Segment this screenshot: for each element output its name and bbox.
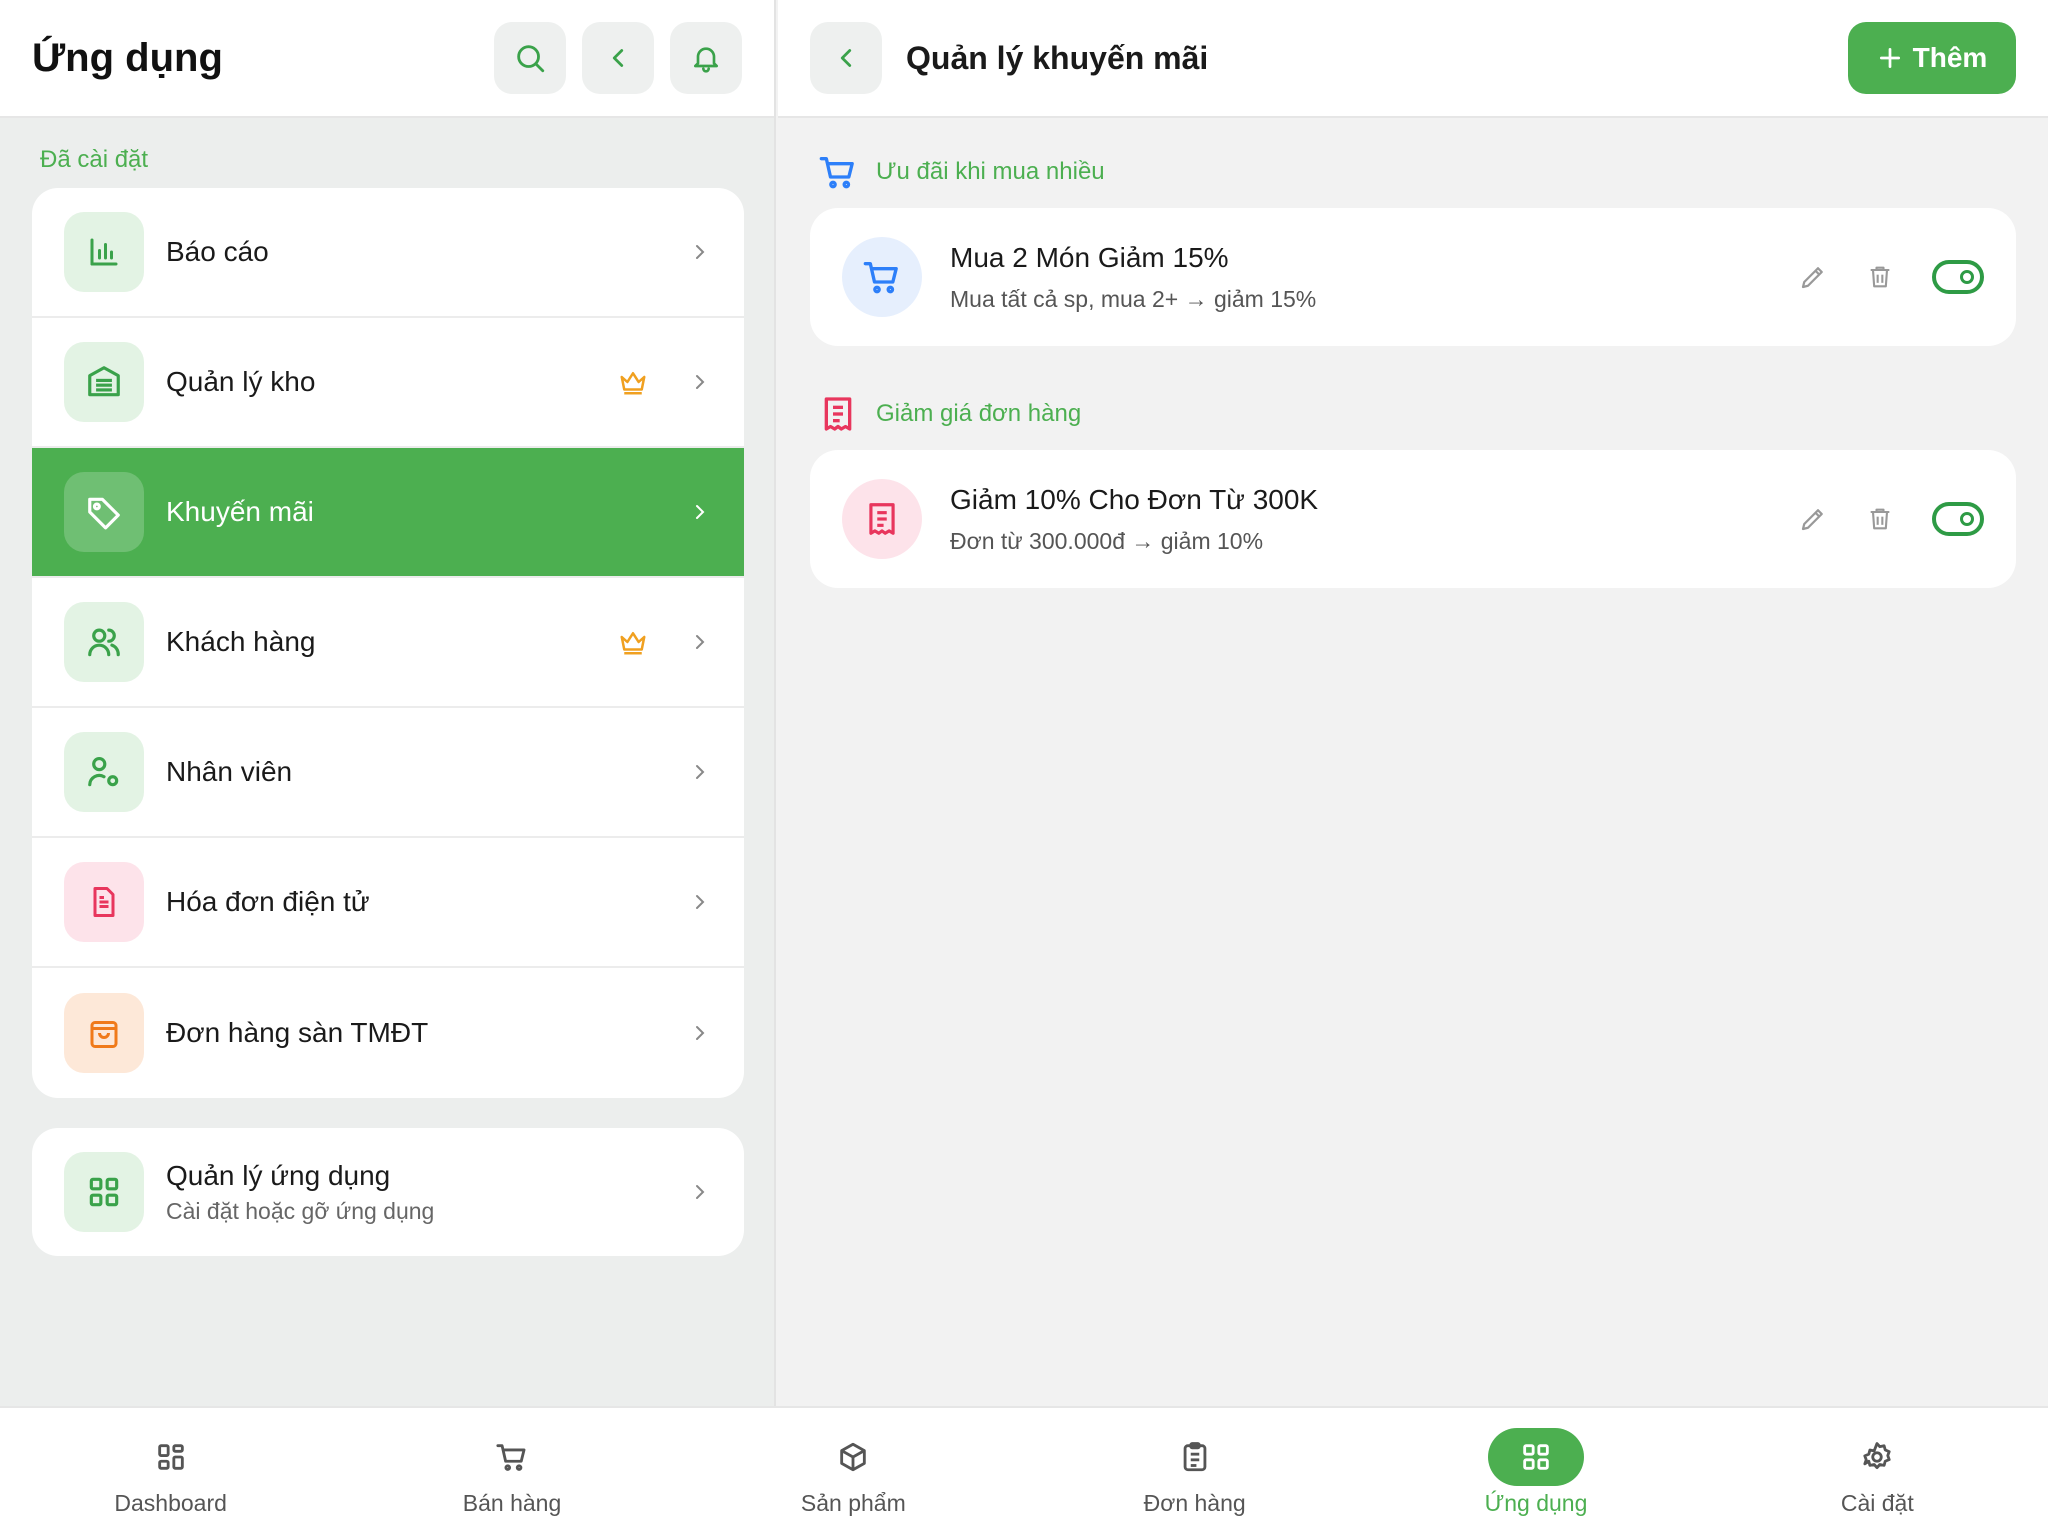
receipt-icon [869,503,895,535]
menu-item-label: Đơn hàng sàn TMĐT [166,1017,429,1048]
menu-item-staff[interactable]: Nhân viên [32,708,744,838]
tab-label: Ứng dụng [1484,1489,1588,1516]
menu-item-customers[interactable]: Khách hàng [32,578,744,708]
tab-label: Cài đặt [1840,1489,1914,1516]
promo-subtitle: Mua tất cả sp, mua 2+ → giảm 15% [950,285,1317,312]
trash-icon[interactable] [1866,263,1894,291]
plus-icon [1879,47,1900,69]
chevron-right-icon [696,635,705,649]
search-icon [517,45,545,73]
menu-item-label: Hóa đơn điện tử [166,886,370,917]
invoice-icon [93,887,115,917]
promo-toggle[interactable] [1932,502,1984,536]
tab-settings[interactable]: Cài đặt [1707,1408,2048,1536]
back-button[interactable] [810,22,882,94]
bottom-nav: Dashboard Bán hàng Sản phẩm Đơn hàng Ứng… [0,1406,2048,1536]
group-label-bulk-discount: Ưu đãi khi mua nhiều [818,152,1105,192]
chevron-right-icon [696,765,705,779]
users-icon [88,628,120,657]
app-manager-item[interactable]: Quản lý ứng dụng Cài đặt hoặc gỡ ứng dụn… [32,1128,744,1256]
apps-grid-icon [1523,1443,1549,1470]
menu-item-promotions[interactable]: Khuyến mãi [32,448,744,578]
tab-orders[interactable]: Đơn hàng [1024,1408,1365,1536]
menu-item-label: Báo cáo [166,236,269,267]
menu-item-label: Nhân viên [166,756,293,787]
tab-sales[interactable]: Bán hàng [341,1408,682,1536]
box-icon [840,1442,867,1471]
promo-subtitle: Đơn từ 300.000đ → giảm 10% [950,527,1264,554]
group-label-text: Ưu đãi khi mua nhiều [876,158,1105,185]
edit-icon[interactable] [1798,504,1828,534]
installed-section-label: Đã cài đặt [40,146,149,173]
menu-item-reports[interactable]: Báo cáo [32,188,744,318]
edit-icon[interactable] [1798,262,1828,292]
menu-item-ecommerce-orders[interactable]: Đơn hàng sàn TMĐT [32,968,744,1098]
menu-item-label: Khách hàng [166,626,316,657]
chevron-right-icon [696,375,705,389]
bar-chart-icon [90,238,118,266]
user-cog-icon [88,756,119,787]
chevron-right-icon [696,1185,705,1199]
tag-icon [88,497,120,530]
add-button-label: Thêm [1912,42,1988,73]
menu-item-warehouse[interactable]: Quản lý kho [32,318,744,448]
search-button[interactable] [494,22,566,94]
promo-toggle[interactable] [1932,260,1984,294]
group-label-order-discount: Giảm giá đơn hàng [818,394,1081,434]
dashboard-icon [157,1443,184,1470]
cart-icon [863,262,898,294]
installed-apps-list: Báo cáo Quản lý kho Khuyến mãi Khách hàn… [32,188,744,1098]
menu-item-e-invoice[interactable]: Hóa đơn điện tử [32,838,744,968]
apps-header: Ứng dụng [0,0,774,118]
shopping-bag-icon [90,1021,118,1048]
app-manager-card: Quản lý ứng dụng Cài đặt hoặc gỡ ứng dụn… [32,1128,744,1256]
tab-label: Bán hàng [462,1489,562,1516]
settings-icon [1863,1441,1891,1469]
tab-apps[interactable]: Ứng dụng [1365,1408,1706,1536]
apps-panel: Ứng dụng Đã cài đặt Báo cáo Quản lý kho [0,0,776,1406]
tab-label: Đơn hàng [1143,1489,1246,1516]
warehouse-icon [88,366,120,397]
page-title: Ứng dụng [32,35,223,80]
cart-icon [819,157,854,189]
chevron-right-icon [696,245,705,259]
chevron-left-icon [612,49,624,67]
back-button[interactable] [582,22,654,94]
trash-icon[interactable] [1866,505,1894,533]
notifications-button[interactable] [670,22,742,94]
receipt-icon [824,397,852,431]
chevron-right-icon [696,895,705,909]
menu-item-label: Quản lý kho [166,366,316,397]
promo-title: Giảm 10% Cho Đơn Từ 300K [950,483,1319,515]
apps-grid-icon [89,1177,119,1207]
menu-item-label: Khuyến mãi [166,496,314,527]
add-promotion-button[interactable]: Thêm [1848,22,2016,94]
chevron-right-icon [696,505,705,519]
chevron-left-icon [840,49,852,67]
crown-icon [620,632,646,655]
tab-dashboard[interactable]: Dashboard [0,1408,341,1536]
tab-products[interactable]: Sản phẩm [683,1408,1024,1536]
app-manager-subtitle: Cài đặt hoặc gỡ ứng dụng [166,1197,435,1224]
promo-title: Mua 2 Món Giảm 15% [950,241,1229,273]
tab-label: Sản phẩm [800,1489,906,1516]
app-manager-title: Quản lý ứng dụng [166,1159,391,1191]
crown-icon [620,372,646,395]
bell-icon [694,47,718,73]
promo-card[interactable]: Mua 2 Món Giảm 15% Mua tất cả sp, mua 2+… [810,208,2016,346]
promotions-header: Quản lý khuyến mãi Thêm [778,0,2048,118]
cart-icon [496,1443,526,1471]
promotions-title: Quản lý khuyến mãi [906,39,1209,76]
chevron-right-icon [696,1026,705,1040]
tab-label: Dashboard [114,1489,227,1516]
group-label-text: Giảm giá đơn hàng [876,400,1082,427]
promotions-panel: Quản lý khuyến mãi Thêm Ưu đãi khi mua n… [778,0,2048,1406]
promo-card[interactable]: Giảm 10% Cho Đơn Từ 300K Đơn từ 300.000đ… [810,450,2016,588]
clipboard-icon [1183,1441,1206,1471]
